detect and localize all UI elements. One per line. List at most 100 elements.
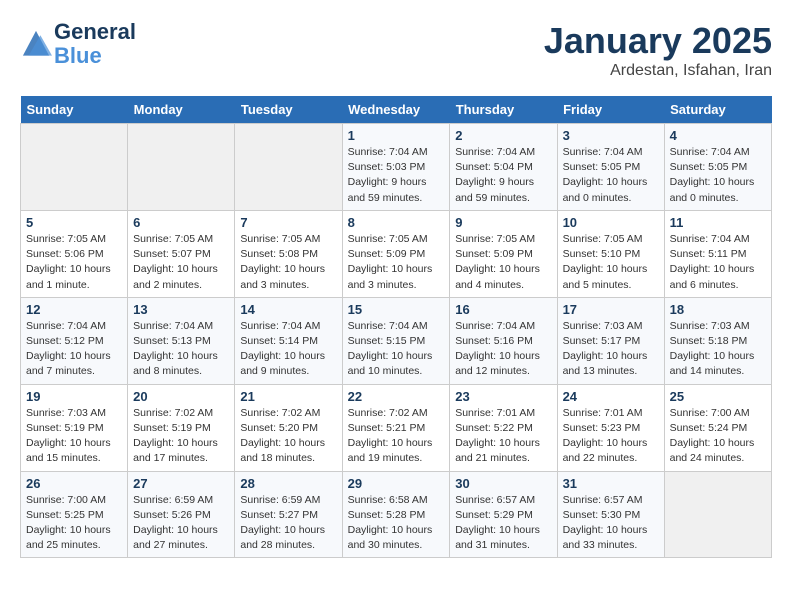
day-info: Sunrise: 7:05 AMSunset: 5:10 PMDaylight:… (563, 232, 659, 293)
calendar-cell: 26 Sunrise: 7:00 AMSunset: 5:25 PMDayligh… (21, 471, 128, 558)
day-info: Sunrise: 7:04 AMSunset: 5:05 PMDaylight:… (670, 145, 766, 206)
day-info: Sunrise: 7:04 AMSunset: 5:05 PMDaylight:… (563, 145, 659, 206)
day-info: Sunrise: 7:04 AMSunset: 5:16 PMDaylight:… (455, 319, 551, 380)
day-info: Sunrise: 7:05 AMSunset: 5:07 PMDaylight:… (133, 232, 229, 293)
calendar-cell: 19 Sunrise: 7:03 AMSunset: 5:19 PMDayligh… (21, 384, 128, 471)
weekday-header-monday: Monday (128, 96, 235, 124)
weekday-header-tuesday: Tuesday (235, 96, 342, 124)
weekday-header-row: SundayMondayTuesdayWednesdayThursdayFrid… (21, 96, 772, 124)
calendar-cell: 7Sunrise: 7:05 AMSunset: 5:08 PMDaylight… (235, 210, 342, 297)
calendar-cell: 24 Sunrise: 7:01 AMSunset: 5:23 PMDayligh… (557, 384, 664, 471)
day-info: Sunrise: 7:00 AMSunset: 5:25 PMDaylight:… (26, 493, 122, 554)
calendar-cell: 31 Sunrise: 6:57 AMSunset: 5:30 PMDayligh… (557, 471, 664, 558)
day-number: 2 (455, 128, 551, 143)
calendar-cell: 28 Sunrise: 6:59 AMSunset: 5:27 PMDayligh… (235, 471, 342, 558)
weekday-header-friday: Friday (557, 96, 664, 124)
day-number: 23 (455, 389, 551, 404)
calendar-cell: 5 Sunrise: 7:05 AMSunset: 5:06 PMDaylight… (21, 210, 128, 297)
day-info: Sunrise: 7:04 AMSunset: 5:12 PMDaylight:… (26, 319, 122, 380)
day-info: Sunrise: 7:03 AMSunset: 5:17 PMDaylight:… (563, 319, 659, 380)
week-row-3: 12 Sunrise: 7:04 AMSunset: 5:12 PMDayligh… (21, 297, 772, 384)
day-info: Sunrise: 7:04 AMSunset: 5:13 PMDaylight:… (133, 319, 229, 380)
day-number: 21 (240, 389, 336, 404)
calendar-cell: 22 Sunrise: 7:02 AMSunset: 5:21 PMDayligh… (342, 384, 450, 471)
day-number: 19 (26, 389, 122, 404)
calendar-cell (128, 124, 235, 211)
day-info: Sunrise: 7:05 AMSunset: 5:09 PMDaylight:… (455, 232, 551, 293)
day-info: Sunrise: 7:03 AMSunset: 5:18 PMDaylight:… (670, 319, 766, 380)
weekday-header-saturday: Saturday (664, 96, 771, 124)
day-number: 20 (133, 389, 229, 404)
day-number: 10 (563, 215, 659, 230)
day-number: 31 (563, 476, 659, 491)
calendar-cell: 16 Sunrise: 7:04 AMSunset: 5:16 PMDayligh… (450, 297, 557, 384)
day-number: 16 (455, 302, 551, 317)
calendar-cell: 6 Sunrise: 7:05 AMSunset: 5:07 PMDaylight… (128, 210, 235, 297)
day-info: Sunrise: 6:57 AMSunset: 5:29 PMDaylight:… (455, 493, 551, 554)
day-number: 14 (240, 302, 336, 317)
weekday-header-wednesday: Wednesday (342, 96, 450, 124)
day-info: Sunrise: 6:58 AMSunset: 5:28 PMDaylight:… (348, 493, 445, 554)
month-title: January 2025 (544, 20, 772, 62)
calendar-cell: 27 Sunrise: 6:59 AMSunset: 5:26 PMDayligh… (128, 471, 235, 558)
day-info: Sunrise: 6:57 AMSunset: 5:30 PMDaylight:… (563, 493, 659, 554)
day-number: 25 (670, 389, 766, 404)
calendar-cell: 29Sunrise: 6:58 AMSunset: 5:28 PMDayligh… (342, 471, 450, 558)
day-number: 22 (348, 389, 445, 404)
weekday-header-thursday: Thursday (450, 96, 557, 124)
day-info: Sunrise: 7:05 AMSunset: 5:06 PMDaylight:… (26, 232, 122, 293)
calendar-cell: 1 Sunrise: 7:04 AMSunset: 5:03 PMDaylight… (342, 124, 450, 211)
day-info: Sunrise: 7:04 AMSunset: 5:15 PMDaylight:… (348, 319, 445, 380)
calendar-table: SundayMondayTuesdayWednesdayThursdayFrid… (20, 96, 772, 558)
calendar-cell: 30 Sunrise: 6:57 AMSunset: 5:29 PMDayligh… (450, 471, 557, 558)
day-number: 4 (670, 128, 766, 143)
calendar-cell: 8Sunrise: 7:05 AMSunset: 5:09 PMDaylight… (342, 210, 450, 297)
calendar-cell: 21 Sunrise: 7:02 AMSunset: 5:20 PMDayligh… (235, 384, 342, 471)
calendar-cell: 4 Sunrise: 7:04 AMSunset: 5:05 PMDaylight… (664, 124, 771, 211)
day-number: 17 (563, 302, 659, 317)
location-subtitle: Ardestan, Isfahan, Iran (544, 62, 772, 80)
logo: General Blue (20, 20, 136, 68)
day-number: 7 (240, 215, 336, 230)
day-number: 24 (563, 389, 659, 404)
day-info: Sunrise: 7:02 AMSunset: 5:21 PMDaylight:… (348, 406, 445, 467)
calendar-body: 1 Sunrise: 7:04 AMSunset: 5:03 PMDaylight… (21, 124, 772, 558)
calendar-cell: 2 Sunrise: 7:04 AMSunset: 5:04 PMDaylight… (450, 124, 557, 211)
day-number: 12 (26, 302, 122, 317)
day-number: 1 (348, 128, 445, 143)
calendar-cell: 23Sunrise: 7:01 AMSunset: 5:22 PMDayligh… (450, 384, 557, 471)
calendar-cell (235, 124, 342, 211)
day-info: Sunrise: 7:03 AMSunset: 5:19 PMDaylight:… (26, 406, 122, 467)
day-info: Sunrise: 6:59 AMSunset: 5:27 PMDaylight:… (240, 493, 336, 554)
day-number: 28 (240, 476, 336, 491)
calendar-cell: 25 Sunrise: 7:00 AMSunset: 5:24 PMDayligh… (664, 384, 771, 471)
day-info: Sunrise: 7:01 AMSunset: 5:23 PMDaylight:… (563, 406, 659, 467)
day-number: 27 (133, 476, 229, 491)
calendar-cell: 13Sunrise: 7:04 AMSunset: 5:13 PMDayligh… (128, 297, 235, 384)
calendar-cell: 10 Sunrise: 7:05 AMSunset: 5:10 PMDayligh… (557, 210, 664, 297)
calendar-cell: 17 Sunrise: 7:03 AMSunset: 5:17 PMDayligh… (557, 297, 664, 384)
day-number: 8 (348, 215, 445, 230)
day-info: Sunrise: 7:04 AMSunset: 5:11 PMDaylight:… (670, 232, 766, 293)
calendar-cell: 18 Sunrise: 7:03 AMSunset: 5:18 PMDayligh… (664, 297, 771, 384)
day-number: 5 (26, 215, 122, 230)
day-info: Sunrise: 7:04 AMSunset: 5:14 PMDaylight:… (240, 319, 336, 380)
day-number: 26 (26, 476, 122, 491)
day-number: 15 (348, 302, 445, 317)
page-header: General Blue January 2025 Ardestan, Isfa… (20, 20, 772, 80)
day-info: Sunrise: 7:04 AMSunset: 5:04 PMDaylight:… (455, 145, 551, 206)
day-number: 18 (670, 302, 766, 317)
day-info: Sunrise: 7:00 AMSunset: 5:24 PMDaylight:… (670, 406, 766, 467)
title-block: January 2025 Ardestan, Isfahan, Iran (544, 20, 772, 80)
calendar-cell: 3Sunrise: 7:04 AMSunset: 5:05 PMDaylight… (557, 124, 664, 211)
day-number: 6 (133, 215, 229, 230)
calendar-cell (21, 124, 128, 211)
calendar-cell: 12 Sunrise: 7:04 AMSunset: 5:12 PMDayligh… (21, 297, 128, 384)
calendar-cell: 11Sunrise: 7:04 AMSunset: 5:11 PMDayligh… (664, 210, 771, 297)
calendar-cell (664, 471, 771, 558)
day-info: Sunrise: 7:02 AMSunset: 5:20 PMDaylight:… (240, 406, 336, 467)
day-number: 9 (455, 215, 551, 230)
day-info: Sunrise: 7:04 AMSunset: 5:03 PMDaylight:… (348, 145, 445, 206)
day-number: 30 (455, 476, 551, 491)
day-info: Sunrise: 6:59 AMSunset: 5:26 PMDaylight:… (133, 493, 229, 554)
